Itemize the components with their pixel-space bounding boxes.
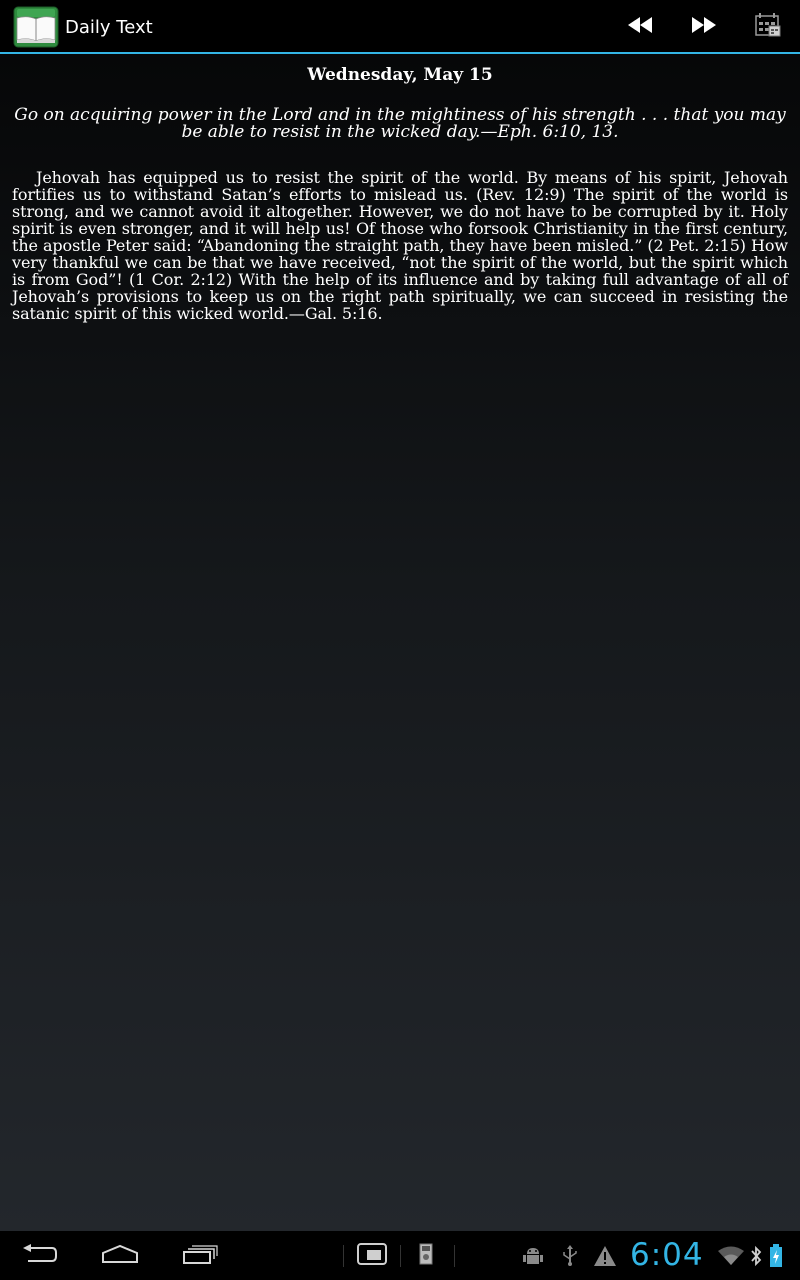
wifi-icon [716,1231,746,1280]
calendar-icon [755,13,781,41]
date-heading: Wednesday, May 15 [307,65,493,85]
divider [454,1245,455,1267]
calendar-button[interactable] [736,0,800,54]
sd-card-icon [419,1243,433,1269]
screenshot-icon [357,1242,387,1269]
fast-forward-icon [691,17,717,37]
back-icon [22,1243,58,1268]
android-debug-icon [520,1231,546,1280]
daily-text-content[interactable]: Wednesday, May 15 Go on acquiring power … [0,54,800,1231]
warning-icon [592,1231,618,1280]
home-button[interactable] [90,1231,150,1280]
home-icon [101,1244,139,1268]
sd-card-button[interactable] [408,1231,444,1280]
comment-text: Jehovah has equipped us to resist the sp… [12,168,788,323]
clock[interactable]: 6:04 [630,1231,704,1280]
bluetooth-icon [748,1231,764,1280]
action-bar: Daily Text [0,0,800,54]
scripture-text: Go on acquiring power in the Lord and in… [14,105,786,142]
divider [343,1245,344,1267]
recent-apps-icon [182,1244,218,1268]
system-bar: 6:04 [0,1231,800,1280]
book-icon[interactable] [13,6,59,48]
usb-icon [558,1231,582,1280]
next-day-button[interactable] [672,0,736,54]
previous-day-button[interactable] [608,0,672,54]
screenshot-button[interactable] [350,1231,394,1280]
rewind-icon [627,17,653,37]
divider [400,1245,401,1267]
battery-charging-icon [766,1231,786,1280]
app-title: Daily Text [65,17,153,38]
screen: Daily Text Wednesday, May 15 Go on acqui… [0,0,800,1280]
recent-apps-button[interactable] [170,1231,230,1280]
back-button[interactable] [10,1231,70,1280]
